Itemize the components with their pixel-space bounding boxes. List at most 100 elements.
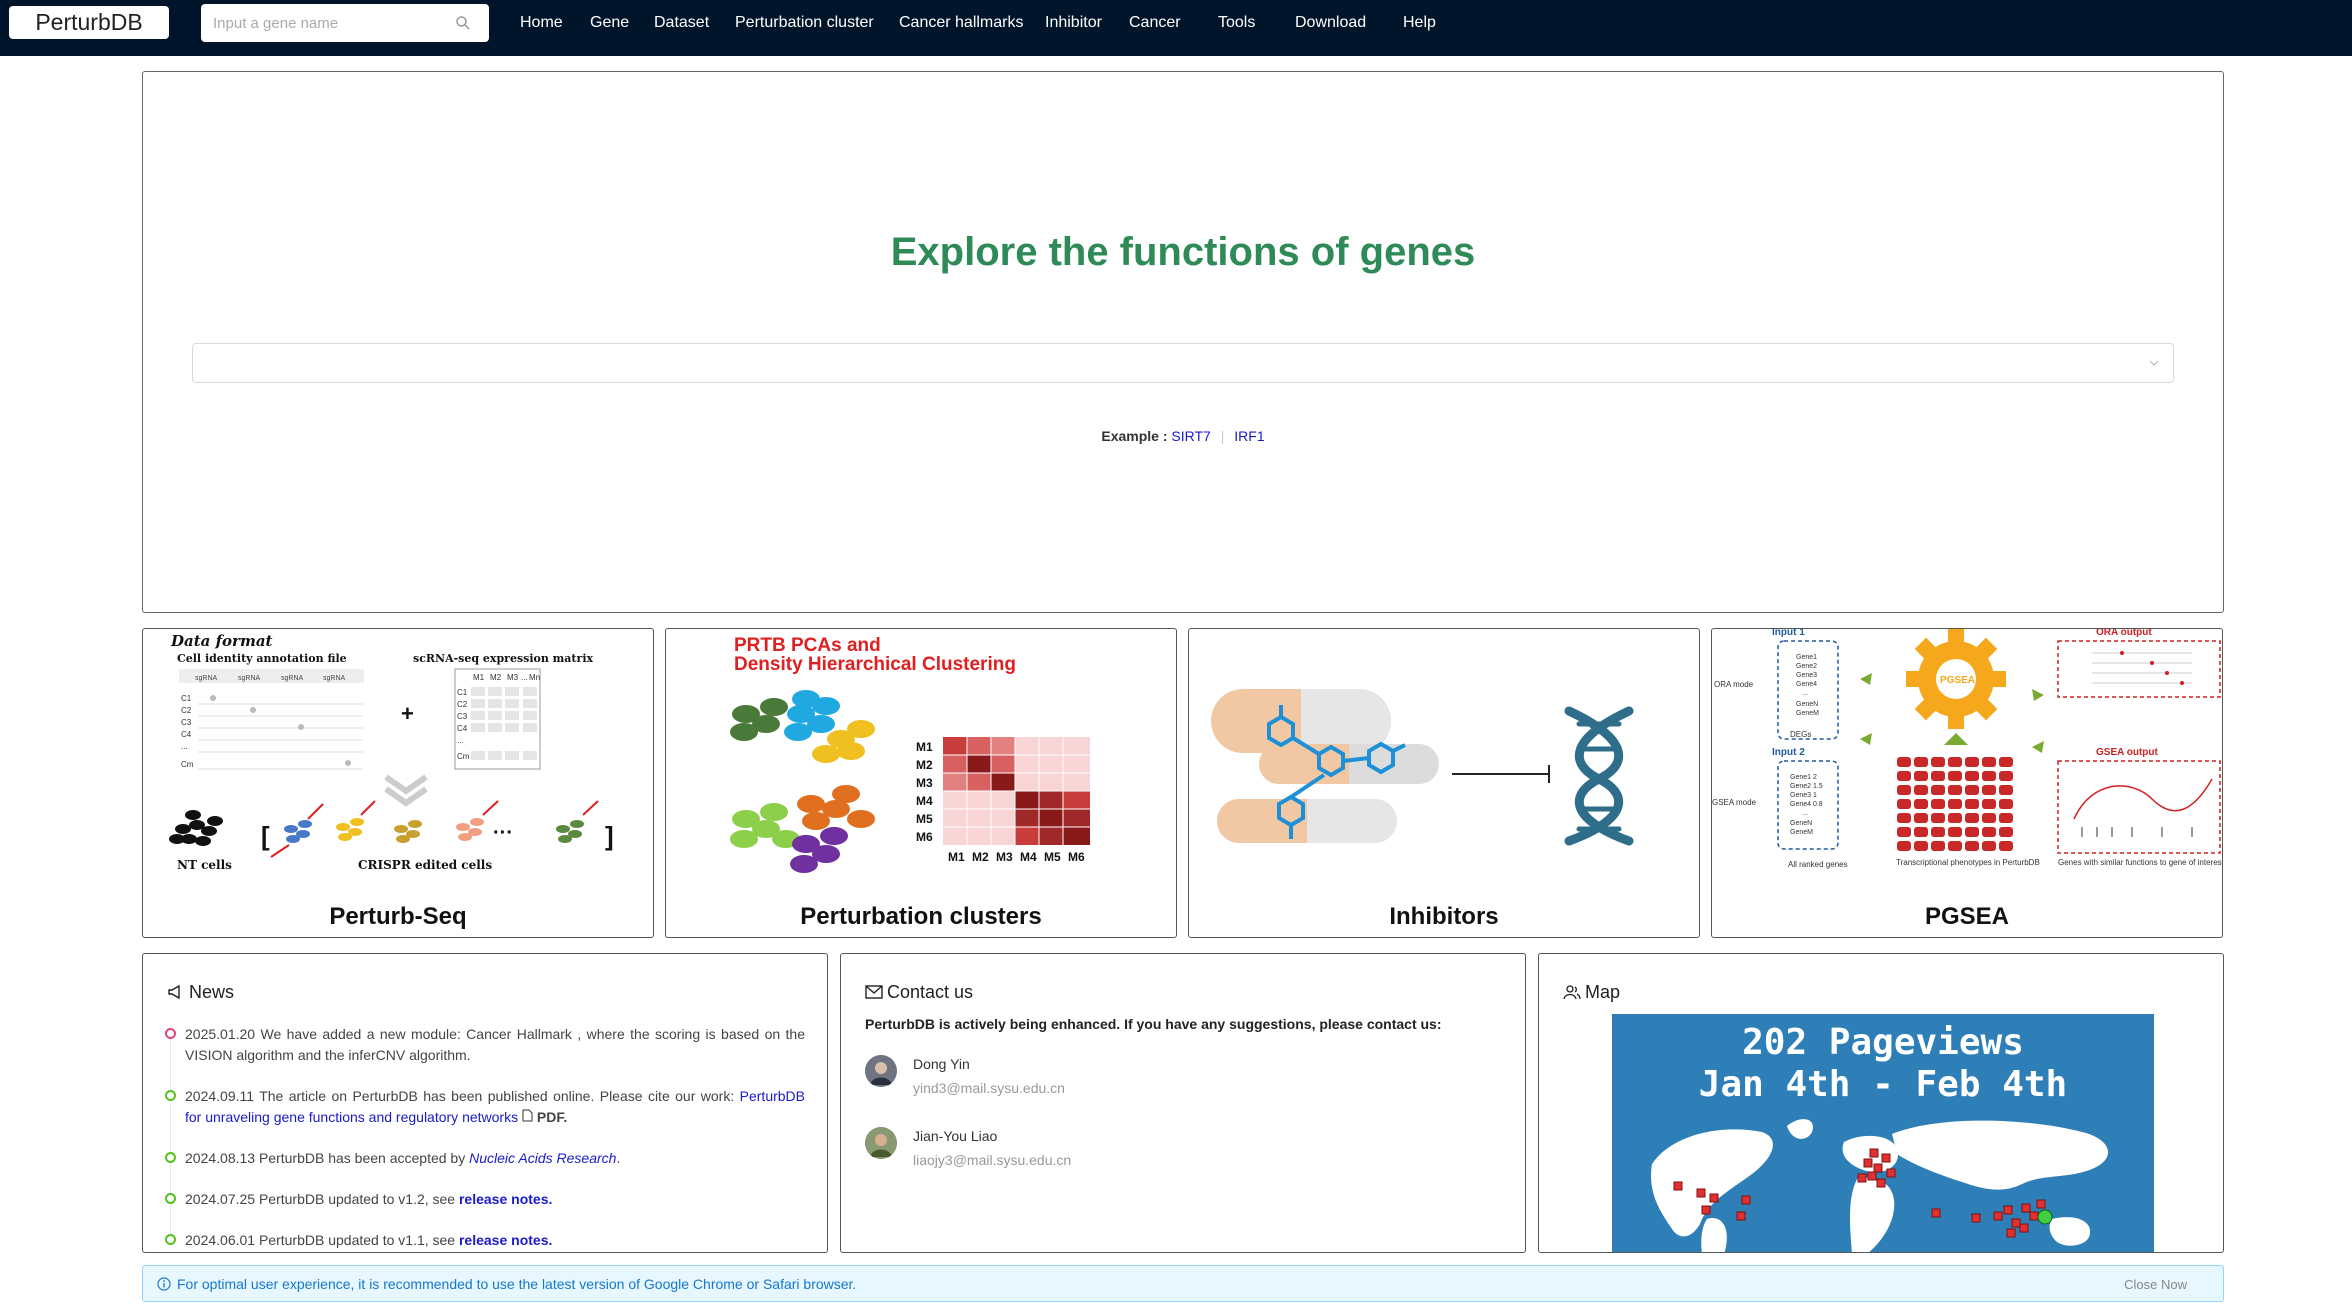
gene-search-box: [201, 4, 489, 42]
module-col-m5: M5: [1044, 850, 1061, 864]
module-row-m1: M1: [916, 740, 933, 754]
contact-header: Contact us: [865, 982, 973, 1003]
input1-gene-4: Gene4: [1796, 681, 1817, 688]
module-row-m5: M5: [916, 812, 933, 826]
nt-cells-label: NT cells: [177, 858, 232, 872]
news-text: PerturbDB updated to v1.2, see: [258, 1191, 456, 1207]
phenotypes-label: Transcriptional phenotypes in PerturbDB: [1896, 858, 2040, 867]
timeline-dot: [165, 1193, 176, 1204]
matrix-col-m3: M3: [507, 673, 519, 682]
crispr-cells-label: CRISPR edited cells: [358, 858, 492, 872]
megaphone-icon: [168, 984, 180, 1000]
timeline-line: [170, 1036, 171, 1236]
nav-home[interactable]: Home: [520, 14, 563, 32]
contact-email[interactable]: yind3@mail.sysu.edu.cn: [913, 1080, 1065, 1096]
contact-name: Dong Yin: [913, 1056, 970, 1072]
matrix-row-c2: C2: [457, 700, 468, 709]
gene-select[interactable]: [192, 343, 2174, 383]
matrix-row-c1: C1: [457, 688, 468, 697]
plus-sign-icon: +: [401, 701, 414, 726]
module-col-m4: M4: [1020, 850, 1037, 864]
degs-label: DEGs: [1790, 730, 1811, 739]
chevron-down-icon: [384, 774, 428, 807]
row-label-ellipsis: ...: [181, 742, 188, 751]
nav-cancer-hallmarks[interactable]: Cancer hallmarks: [899, 14, 1023, 32]
matrix-row-c3: C3: [457, 712, 468, 721]
news-date: 2024.09.11: [185, 1088, 255, 1104]
example-link-sirt7[interactable]: SIRT7: [1171, 428, 1210, 444]
matrix-col-m1: M1: [473, 673, 485, 682]
nav-perturbation-cluster[interactable]: Perturbation cluster: [735, 14, 874, 32]
matrix-col-mn: Mn: [529, 673, 540, 682]
news-item: 2025.01.20 We have added a new module: C…: [185, 1024, 805, 1066]
brand-logo[interactable]: PerturbDB: [9, 6, 169, 39]
card-perturb-seq[interactable]: Data format Cell identity annotation fil…: [142, 628, 654, 938]
world-map-graphic: [1651, 1119, 2109, 1252]
timeline-dot: [165, 1152, 176, 1163]
pgsea-input1-label: Input 1: [1772, 629, 1805, 638]
example-link-irf1[interactable]: IRF1: [1234, 428, 1264, 444]
input1-gene-m: GeneM: [1796, 710, 1819, 717]
browser-alert: For optimal user experience, it is recom…: [142, 1265, 2224, 1302]
nav-gene[interactable]: Gene: [590, 14, 629, 32]
card-pgsea[interactable]: Input 1 ORA mode Input 2 GSEA mode Gene1…: [1711, 628, 2223, 938]
module-col-m2: M2: [972, 850, 989, 864]
pill-capsules-icon: [1211, 689, 1439, 843]
news-item: 2024.06.01 PerturbDB updated to v1.1, se…: [185, 1230, 805, 1251]
row-label-c4: C4: [181, 730, 192, 739]
card-inhibitors[interactable]: Inhibitors: [1188, 628, 1700, 938]
input2-gene-m: GeneM: [1790, 829, 1813, 836]
contact-email[interactable]: liaojy3@mail.sysu.edu.cn: [913, 1152, 1071, 1168]
expression-matrix-label: scRNA-seq expression matrix: [413, 652, 593, 665]
close-now-button[interactable]: Close Now: [2124, 1277, 2187, 1292]
alert-message: For optimal user experience, it is recom…: [157, 1276, 856, 1292]
journal-name[interactable]: Nucleic Acids Research: [469, 1150, 616, 1166]
news-date: 2025.01.20: [185, 1026, 256, 1042]
gene-search-input[interactable]: [213, 4, 453, 42]
ora-mode-label: ORA mode: [1714, 680, 1754, 689]
search-icon[interactable]: [455, 15, 471, 31]
release-notes-link[interactable]: release notes.: [459, 1191, 552, 1207]
clusters-title-line1: PRTB PCAs and: [734, 635, 881, 656]
card-perturbation-clusters[interactable]: PRTB PCAs and Density Hierarchical Clust…: [665, 628, 1177, 938]
news-text: The article on PerturbDB has been publis…: [259, 1088, 735, 1104]
gene-explore-panel: Explore the functions of genes Example :…: [142, 71, 2224, 613]
nav-cancer[interactable]: Cancer: [1129, 14, 1181, 32]
module-row-m2: M2: [916, 758, 933, 772]
hero-title: Explore the functions of genes: [890, 230, 1476, 274]
news-suffix: .: [616, 1150, 621, 1166]
inhibition-arrow-icon: [1452, 765, 1550, 783]
dna-helix-icon: [1564, 706, 1634, 846]
inhibitors-illustration: [1211, 689, 1634, 846]
nav-tools[interactable]: Tools: [1218, 14, 1255, 32]
nav-dataset[interactable]: Dataset: [654, 14, 709, 32]
module-col-m1: M1: [948, 850, 965, 864]
release-notes-link[interactable]: release notes.: [459, 1232, 552, 1248]
matrix-col-ellipsis: ...: [521, 673, 528, 682]
input1-gene-1: Gene1: [1796, 654, 1817, 661]
news-date: 2024.08.13: [185, 1150, 256, 1166]
top-navbar: PerturbDB Home Gene Dataset Perturbation…: [0, 0, 2352, 56]
visitor-map[interactable]: 202 Pageviews Jan 4th - Feb 4th: [1612, 1014, 2154, 1252]
ora-output-label: ORA output: [2096, 629, 2152, 638]
news-header: News: [167, 982, 234, 1003]
sgrna-col-4: sgRNA: [323, 675, 346, 682]
matrix-row-cm: Cm: [457, 752, 470, 761]
card-caption-perturb-seq: Perturb-Seq: [329, 903, 467, 930]
input1-gene-3: Gene3: [1796, 672, 1817, 679]
row-label-c1: C1: [181, 694, 192, 703]
nav-inhibitor[interactable]: Inhibitor: [1045, 14, 1102, 32]
phenotype-stack-icon: [1897, 757, 2013, 851]
sgrna-col-2: sgRNA: [238, 675, 261, 682]
timeline-dot: [165, 1028, 176, 1039]
pdf-file-icon[interactable]: [522, 1109, 533, 1122]
nav-help[interactable]: Help: [1403, 14, 1436, 32]
news-item: 2024.07.25 PerturbDB updated to v1.2, se…: [185, 1189, 805, 1210]
row-label-c2: C2: [181, 706, 192, 715]
svg-text:[: [: [261, 821, 270, 851]
gsea-mode-label: GSEA mode: [1712, 798, 1757, 807]
gear-label: PGSEA: [1940, 675, 1975, 686]
nav-download[interactable]: Download: [1295, 14, 1366, 32]
pdf-link[interactable]: PDF.: [537, 1109, 567, 1125]
news-date: 2024.06.01: [185, 1232, 256, 1248]
